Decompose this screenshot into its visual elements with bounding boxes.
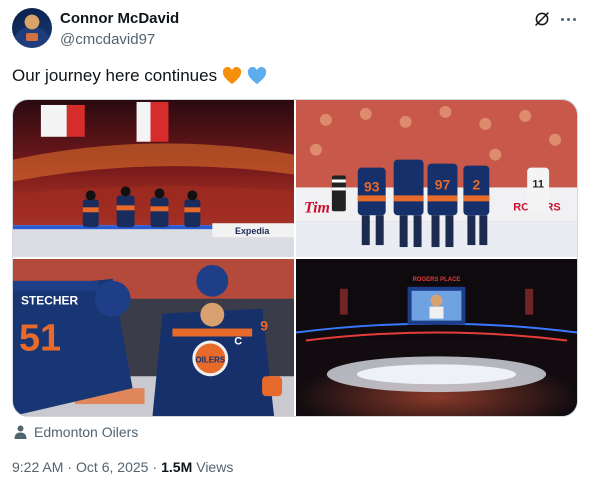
orange-heart-icon [222,67,242,85]
tweet-text: Our journey here continues [12,66,267,86]
meta-separator: · [67,459,73,475]
jersey-9-text: 9 [260,318,268,334]
arena-sign-text: ROGERS PLACE [413,277,461,283]
photo-bench-celebration[interactable]: STECHER 51 OILERS C 9 [13,259,294,416]
photo-lineup-arena[interactable]: Expedia [13,100,294,257]
author-avatar[interactable] [12,8,52,48]
tweet-card: Connor McDavid @cmcdavid97 Our journey h… [0,0,599,482]
views-count: 1.5M [161,459,193,475]
board-ad-text: Expedia [235,226,270,236]
jersey-97-text: 97 [435,176,451,192]
author-handle[interactable]: @cmcdavid97 [60,31,155,48]
tweet-body: Our journey here continues [12,66,218,85]
post-date[interactable]: Oct 6, 2025 [76,459,148,475]
media-grid: Expedia Tim 93 97 2 11 STECHER 51 OILERS… [12,99,578,417]
photo-arena-jumbotron[interactable]: ROGERS PLACE [296,259,577,416]
blue-heart-icon [247,67,267,85]
author-name[interactable]: Connor McDavid [60,10,179,27]
grok-icon[interactable] [533,10,551,28]
board-tim-text: Tim [304,199,330,216]
tweet-meta: 9:22 AM · Oct 6, 2025 · 1.5M Views [12,459,233,475]
avatar-jersey-mark [26,33,38,41]
location-label: Edmonton Oilers [34,424,139,440]
jersey-11-text: 11 [532,178,544,190]
jersey-93-text: 93 [364,178,380,194]
views-label: Views [196,459,234,475]
captain-c-text: C [234,335,242,347]
jersey-51-text: 51 [19,317,61,359]
jersey-2-text: 2 [472,176,480,192]
post-time[interactable]: 9:22 AM [12,459,63,475]
more-options-icon[interactable] [557,10,579,28]
name-bar-text: STECHER [21,294,79,308]
oilers-logo-text: OILERS [195,355,225,364]
location-tag[interactable]: Edmonton Oilers [14,424,138,440]
meta-separator-2: · [152,459,158,475]
photo-players-back[interactable]: Tim ROGERS [296,100,577,257]
person-icon [14,425,27,439]
